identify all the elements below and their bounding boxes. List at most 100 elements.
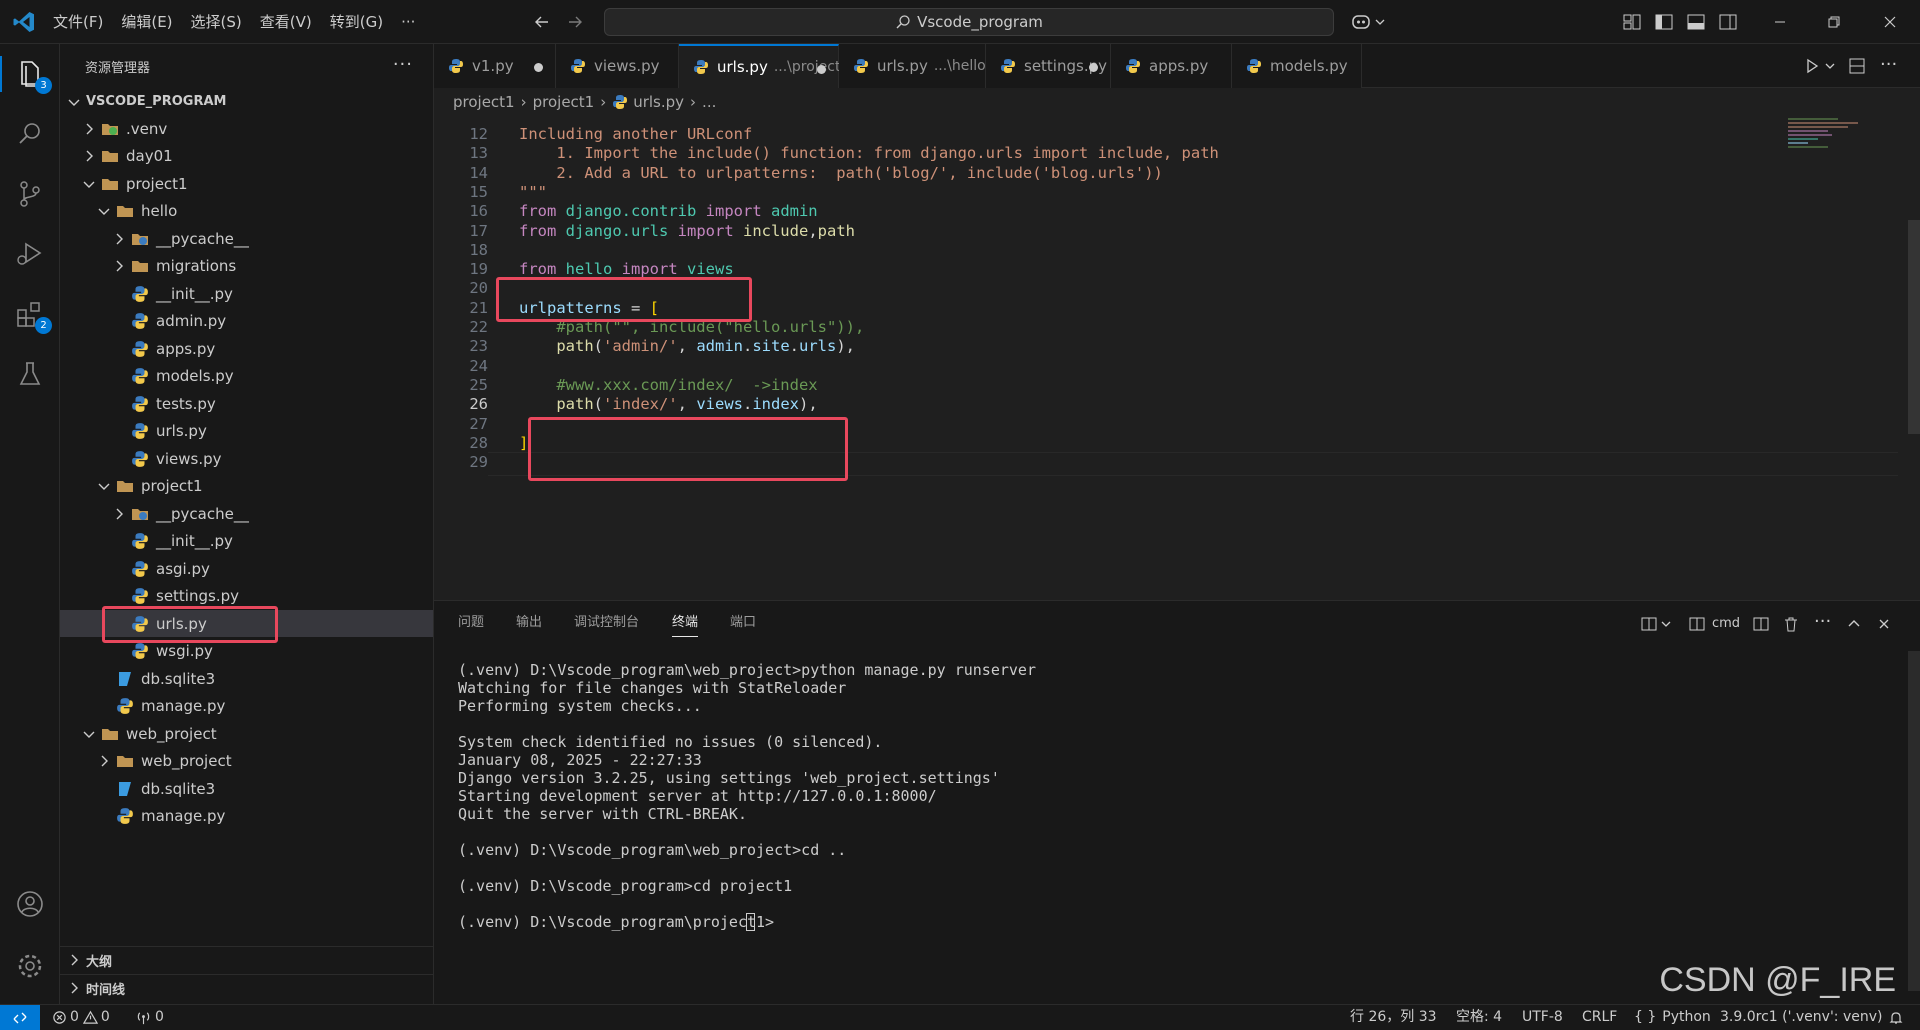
- close-window-icon[interactable]: [1880, 12, 1900, 32]
- tab-debug-console[interactable]: 调试控制台: [574, 609, 639, 637]
- tree-folder[interactable]: .venv: [60, 115, 433, 142]
- minimize-icon[interactable]: [1770, 12, 1790, 32]
- close-panel-icon[interactable]: [1876, 616, 1892, 632]
- restore-icon[interactable]: [1824, 12, 1844, 32]
- minimap[interactable]: [1788, 116, 1868, 176]
- toggle-panel-icon[interactable]: [1686, 12, 1706, 32]
- menu-item[interactable]: 选择(S): [182, 0, 251, 44]
- maximize-panel-icon[interactable]: [1846, 616, 1862, 632]
- python-interpreter[interactable]: 3.9.0rc1 ('.venv': venv): [1720, 1005, 1882, 1030]
- end-of-line[interactable]: CRLF: [1582, 1005, 1617, 1030]
- code-token: admin: [770, 202, 818, 221]
- breadcrumb-item[interactable]: urls.py: [633, 93, 684, 111]
- breadcrumb-item[interactable]: project1: [533, 93, 595, 111]
- back-arrow-icon[interactable]: [532, 12, 552, 32]
- tree-file[interactable]: apps.py: [60, 335, 433, 362]
- code-editor[interactable]: 12 Including another URLconf 13 1. Import …: [434, 116, 1920, 600]
- editor-more-actions-icon[interactable]: ···: [1880, 54, 1897, 75]
- ports-status[interactable]: 0: [136, 1005, 164, 1030]
- accounts-icon[interactable]: [12, 886, 48, 922]
- copilot-icon[interactable]: [1350, 11, 1372, 33]
- breadcrumb-item[interactable]: project1: [453, 93, 515, 111]
- run-debug-icon[interactable]: [12, 236, 48, 272]
- trash-icon[interactable]: [1782, 615, 1800, 633]
- customize-layout-icon[interactable]: [1622, 12, 1642, 32]
- tree-folder[interactable]: day01: [60, 143, 433, 170]
- menu-item[interactable]: 转到(G): [321, 0, 392, 44]
- tree-file[interactable]: views.py: [60, 445, 433, 472]
- more-menu-icon[interactable]: ···: [392, 0, 424, 44]
- problems-status[interactable]: 0 0: [52, 1005, 110, 1030]
- chevron-down-icon[interactable]: [1824, 60, 1836, 72]
- editor-tab[interactable]: urls.py ...\hello: [839, 44, 986, 88]
- testing-flask-icon[interactable]: [12, 356, 48, 392]
- more-actions-icon[interactable]: ···: [393, 54, 413, 75]
- timeline-section[interactable]: 时间线: [60, 974, 433, 1001]
- editor-tab[interactable]: apps.py: [1111, 44, 1232, 88]
- tab-ports[interactable]: 端口: [730, 609, 756, 637]
- encoding[interactable]: UTF-8: [1522, 1005, 1563, 1030]
- tree-folder[interactable]: __pycache__: [60, 500, 433, 527]
- menu-item[interactable]: 查看(V): [251, 0, 321, 44]
- editor-tab[interactable]: settings.py: [986, 44, 1111, 88]
- terminal-scrollbar[interactable]: [1908, 651, 1920, 991]
- tree-folder[interactable]: web_project: [60, 748, 433, 775]
- workspace-root[interactable]: VSCODE_PROGRAM: [60, 88, 433, 115]
- tree-file[interactable]: tests.py: [60, 390, 433, 417]
- indentation[interactable]: 空格: 4: [1456, 1005, 1502, 1030]
- unsaved-dot-icon[interactable]: [1089, 63, 1098, 72]
- terminal-shell-label[interactable]: cmd: [1712, 616, 1740, 631]
- extensions-icon[interactable]: 2: [12, 296, 52, 334]
- tab-problems[interactable]: 问题: [458, 609, 484, 637]
- tree-file[interactable]: asgi.py: [60, 555, 433, 582]
- tree-file[interactable]: manage.py: [60, 693, 433, 720]
- tree-file[interactable]: db.sqlite3: [60, 775, 433, 802]
- editor-tab[interactable]: v1.py: [434, 44, 556, 88]
- tree-folder[interactable]: __pycache__: [60, 225, 433, 252]
- panel-more-actions-icon[interactable]: ···: [1814, 611, 1831, 632]
- chevron-down-icon[interactable]: [1660, 618, 1672, 630]
- toggle-secondary-sidebar-icon[interactable]: [1718, 12, 1738, 32]
- outline-section[interactable]: 大纲: [60, 946, 433, 973]
- menu-item[interactable]: 文件(F): [44, 0, 112, 44]
- editor-tab[interactable]: urls.py ...\project1: [679, 44, 849, 88]
- tree-folder[interactable]: project1: [60, 473, 433, 500]
- search-view-icon[interactable]: [12, 116, 48, 152]
- forward-arrow-icon[interactable]: [565, 12, 585, 32]
- language-mode[interactable]: { } Python: [1634, 1005, 1711, 1030]
- tree-file[interactable]: __init__.py: [60, 280, 433, 307]
- tab-terminal[interactable]: 终端: [672, 609, 699, 637]
- tree-file[interactable]: manage.py: [60, 803, 433, 830]
- tree-folder[interactable]: project1: [60, 170, 433, 197]
- unsaved-dot-icon[interactable]: [817, 65, 826, 74]
- new-terminal-split-icon[interactable]: [1640, 615, 1658, 633]
- tree-file[interactable]: admin.py: [60, 308, 433, 335]
- split-terminal-icon[interactable]: [1752, 615, 1770, 633]
- source-control-icon[interactable]: [12, 176, 48, 212]
- menu-item[interactable]: 编辑(E): [112, 0, 181, 44]
- split-editor-icon[interactable]: [1848, 57, 1866, 75]
- editor-tab[interactable]: models.py: [1232, 44, 1362, 88]
- breadcrumb-item[interactable]: ...: [702, 93, 716, 111]
- tab-output[interactable]: 输出: [516, 609, 542, 637]
- remote-indicator[interactable]: [0, 1005, 40, 1030]
- editor-scrollbar[interactable]: [1908, 220, 1920, 434]
- tree-file[interactable]: urls.py: [60, 418, 433, 445]
- tree-file[interactable]: db.sqlite3: [60, 665, 433, 692]
- tree-folder[interactable]: migrations: [60, 253, 433, 280]
- settings-gear-icon[interactable]: [12, 948, 48, 984]
- tree-folder[interactable]: hello: [60, 198, 433, 225]
- tree-file[interactable]: __init__.py: [60, 528, 433, 555]
- unsaved-dot-icon[interactable]: [534, 63, 543, 72]
- run-python-file-icon[interactable]: [1804, 58, 1820, 74]
- editor-tab[interactable]: views.py: [556, 44, 679, 88]
- cursor-position[interactable]: 行 26，列 33: [1350, 1005, 1437, 1030]
- tree-file[interactable]: models.py: [60, 363, 433, 390]
- tree-folder[interactable]: web_project: [60, 720, 433, 747]
- terminal-split-icon[interactable]: [1688, 615, 1706, 633]
- command-center-search[interactable]: Vscode_program: [604, 8, 1334, 36]
- explorer-icon[interactable]: 3: [12, 56, 52, 94]
- chevron-down-icon[interactable]: [1374, 16, 1386, 28]
- notifications-bell-icon[interactable]: [1888, 1010, 1904, 1026]
- toggle-primary-sidebar-icon[interactable]: [1654, 12, 1674, 32]
